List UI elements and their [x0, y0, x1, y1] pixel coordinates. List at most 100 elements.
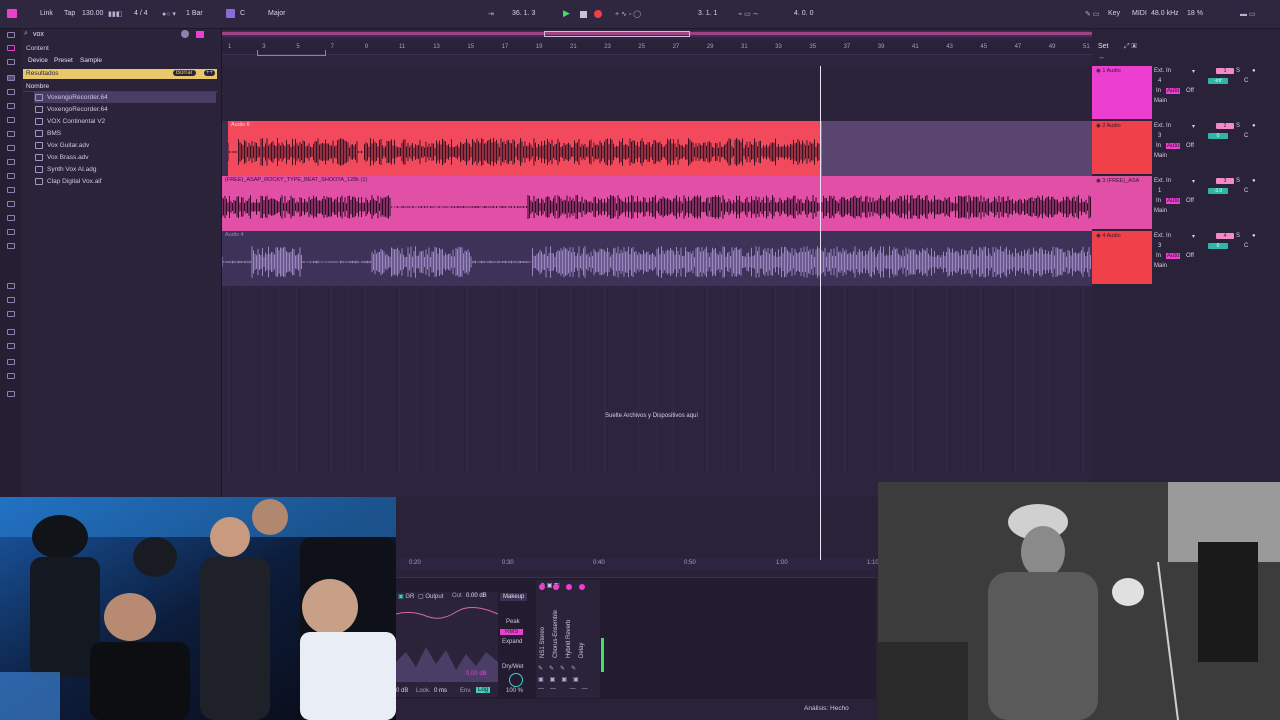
column-name-header[interactable]: Nombre [26, 83, 49, 90]
list-item[interactable]: Clap Digital Vox.aif [34, 176, 216, 187]
rms-button[interactable]: RMS [500, 629, 524, 635]
chevron-down-icon[interactable]: ▾ [1192, 178, 1195, 185]
search-input[interactable]: vox [33, 31, 44, 38]
input-select[interactable]: Ext. In [1154, 123, 1171, 129]
chain-label[interactable]: Delay [579, 643, 585, 658]
gain-value[interactable]: 0.00 dB [466, 671, 487, 677]
quantize-select[interactable]: 1 Bar [186, 10, 203, 17]
track-name[interactable]: ◉ 3 (FREE)_ASA [1096, 178, 1139, 184]
log-button[interactable]: Log [476, 687, 491, 693]
track-name[interactable]: ◉ 4 Audio [1096, 233, 1121, 239]
list-item[interactable]: VOX Continental V2 [34, 116, 216, 127]
samples-icon[interactable] [7, 201, 15, 207]
tab-preset[interactable]: Preset [54, 57, 73, 64]
pan-field[interactable]: C [1244, 243, 1248, 249]
monitor-auto-button[interactable]: Auto [1166, 143, 1181, 149]
pan-field[interactable]: C [1244, 133, 1248, 139]
user-library-icon[interactable] [7, 329, 15, 335]
midi-map-button[interactable]: MIDI [1132, 10, 1147, 17]
sounds-icon[interactable] [7, 89, 15, 95]
makeup-button[interactable]: Makeup [500, 593, 528, 601]
grooves-icon[interactable] [7, 215, 15, 221]
pan-field[interactable]: C [1244, 78, 1248, 84]
list-item[interactable]: VoxengoRecorder.64 [34, 104, 216, 115]
audio-effects-icon[interactable] [7, 131, 15, 137]
loop-icon[interactable]: ⌁ ▭ ∼ [738, 10, 759, 18]
overview-bar[interactable] [222, 31, 1092, 37]
chain-label[interactable]: NS1 Stereo [540, 627, 546, 658]
clear-button[interactable]: Borrar [173, 70, 196, 76]
record-icon[interactable] [594, 10, 602, 18]
modulators-icon[interactable] [7, 159, 15, 165]
monitor-in-button[interactable]: In [1156, 143, 1161, 149]
loop-start-field[interactable]: 3. 1. 1 [698, 10, 717, 17]
overview-window[interactable] [544, 31, 690, 37]
chain-label[interactable]: Chorus-Ensemble [553, 610, 559, 658]
collections-icon[interactable] [7, 32, 15, 38]
monitor-in-button[interactable]: In [1156, 198, 1161, 204]
input-select[interactable]: Ext. In [1154, 68, 1171, 74]
output-select[interactable]: Main [1154, 208, 1167, 214]
clear-search-icon[interactable] [181, 30, 189, 38]
folder-icon[interactable] [7, 373, 15, 379]
input-select[interactable]: Ext. In [1154, 178, 1171, 184]
push-icon[interactable] [7, 311, 15, 317]
tunings-icon[interactable] [7, 229, 15, 235]
record-mode-icon[interactable]: ●○ ▾ [162, 10, 176, 18]
pan-field[interactable]: C [1244, 188, 1248, 194]
chain-controls-icon[interactable]: ✎✎✎✎ [538, 665, 582, 672]
monitor-off-button[interactable]: Off [1186, 253, 1194, 259]
chevron-down-icon[interactable]: ▾ [1192, 123, 1195, 130]
follow-icon[interactable]: ⇥ [488, 10, 494, 18]
set-button[interactable]: Set [1098, 43, 1109, 50]
volume-field[interactable]: 0 [1208, 133, 1228, 139]
expand-icon[interactable]: ⤢ ▣ [1124, 43, 1137, 51]
clip-beat[interactable]: (FREE)_ASAP_ROCKY_TYPE_BEAT_SHOOTA_128k … [222, 176, 1092, 231]
scale-select[interactable]: Major [268, 10, 286, 17]
solo-button[interactable]: S [1236, 68, 1240, 74]
link-button[interactable]: Link [40, 10, 53, 17]
solo-button[interactable]: S [1236, 123, 1240, 129]
drywet-knob[interactable] [509, 673, 523, 687]
monitor-auto-button[interactable]: Auto [1166, 88, 1181, 94]
drums-icon[interactable] [7, 103, 15, 109]
track-header-2[interactable]: ◉ 2 Audio [1092, 121, 1152, 174]
lookahead-value[interactable]: 0 ms [434, 688, 447, 694]
track-name[interactable]: ◉ 2 Audio [1096, 123, 1121, 129]
instruments-icon[interactable] [7, 117, 15, 123]
lane-2-audio[interactable]: Audio 6 [222, 121, 1092, 176]
macro-dot[interactable] [566, 584, 572, 590]
add-folder-icon[interactable] [7, 391, 15, 397]
out-value[interactable]: 0.00 dB [466, 593, 487, 599]
browser-toggle-icon[interactable] [7, 9, 17, 18]
add-button[interactable]: ++ [204, 70, 216, 76]
chevron-down-icon[interactable]: ▾ [1192, 233, 1195, 240]
chain-mute-icon[interactable]: —— —— [538, 686, 594, 692]
clips-icon[interactable] [7, 187, 15, 193]
arm-button[interactable]: ● [1252, 178, 1256, 184]
macro-dot[interactable] [579, 584, 585, 590]
monitor-off-button[interactable]: Off [1186, 88, 1194, 94]
plugins-icon[interactable] [7, 173, 15, 179]
arm-button[interactable]: ● [1252, 123, 1256, 129]
current-project-icon[interactable] [7, 343, 15, 349]
output-select[interactable]: Main [1154, 98, 1167, 104]
input-channel-select[interactable]: 4 [1158, 78, 1161, 84]
track-activator[interactable]: 4 [1216, 233, 1234, 239]
packs-icon[interactable] [7, 283, 15, 289]
meter-field[interactable]: 4 / 4 [134, 10, 148, 17]
nav-arrows-icon[interactable]: ↔ [1098, 54, 1105, 61]
lane-4-audio[interactable]: Audio 4 [222, 231, 1092, 286]
playhead[interactable] [820, 66, 821, 560]
song-position[interactable]: 36. 1. 3 [512, 10, 535, 17]
time-ruler[interactable] [396, 558, 876, 570]
tempo-field[interactable]: 130.00 [82, 10, 103, 17]
tab-sample[interactable]: Sample [80, 57, 102, 64]
list-item[interactable]: Vox Guitar.adv [34, 140, 216, 151]
output-select[interactable]: Main [1154, 153, 1167, 159]
chain-label[interactable]: Hybrid Reverb [566, 620, 572, 658]
solo-button[interactable]: S [1236, 233, 1240, 239]
window-icon[interactable]: ▬ ▭ [1240, 10, 1256, 18]
chevron-down-icon[interactable]: ▾ [1192, 68, 1195, 75]
cloud-icon[interactable] [7, 297, 15, 303]
